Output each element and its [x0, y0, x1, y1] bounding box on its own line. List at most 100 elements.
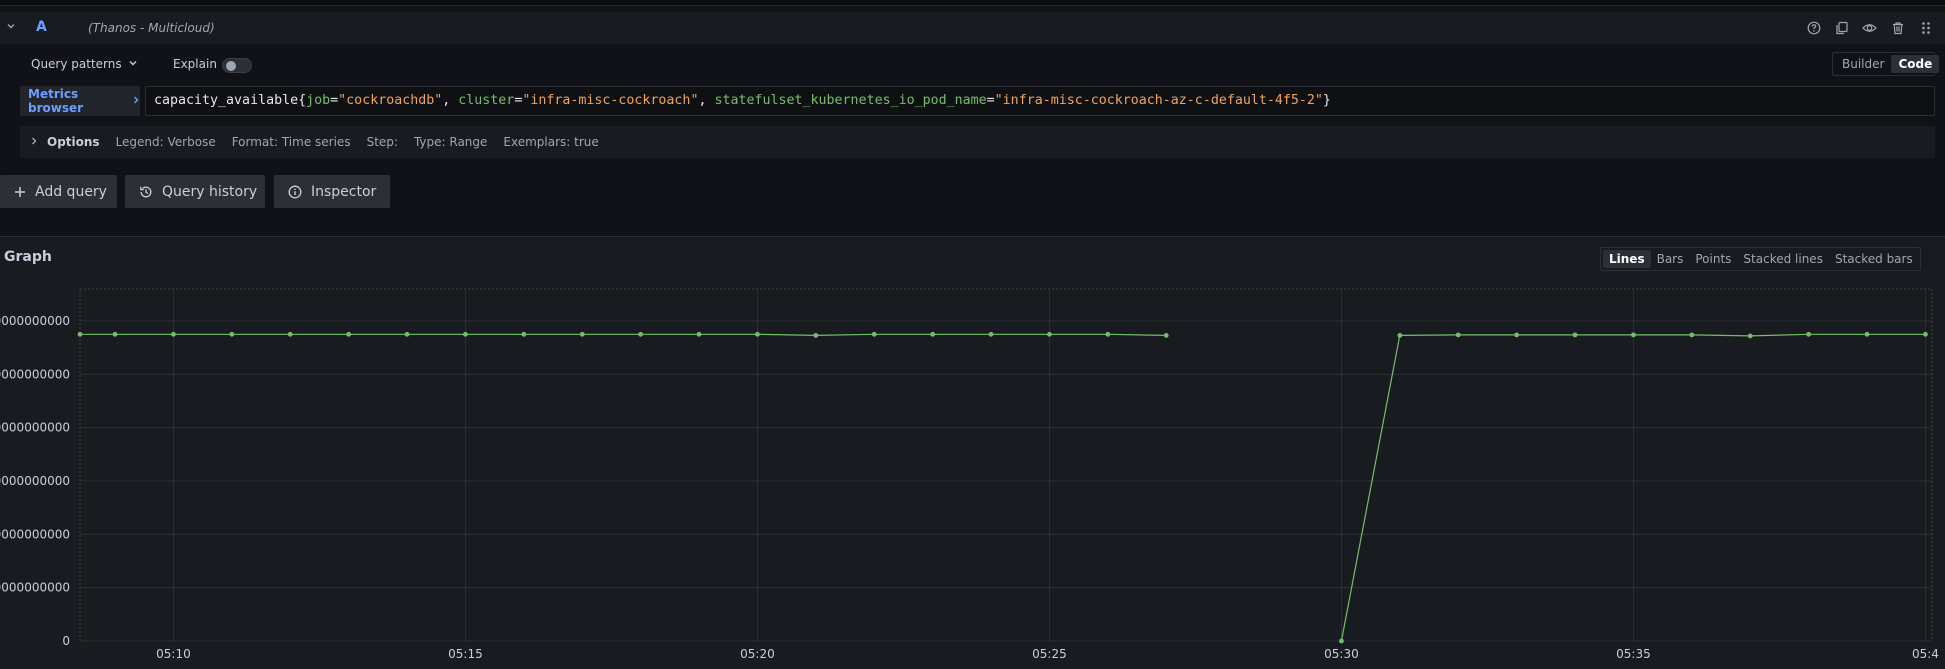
chevron-down-icon[interactable]: [6, 21, 16, 34]
code-mode-button[interactable]: Code: [1891, 55, 1940, 73]
brace-close: }: [1322, 93, 1331, 108]
y-tick-label: 40000000000: [0, 421, 70, 435]
data-point: [755, 331, 760, 337]
help-icon[interactable]: [1806, 20, 1821, 35]
label-key: statefulset_kubernetes_io_pod_name: [714, 93, 987, 108]
data-point: [638, 331, 644, 337]
query-patterns-row: Query patterns Explain: [0, 52, 1945, 78]
data-point: [1163, 333, 1169, 338]
inspector-label: Inspector: [311, 183, 377, 200]
option-type: Type: Range: [413, 135, 488, 149]
x-tick-label: 05:4: [1912, 647, 1939, 661]
data-point: [229, 331, 235, 337]
y-tick-label: 50000000000: [0, 367, 70, 381]
data-point: [1514, 332, 1520, 338]
query-header-actions: [1806, 20, 1933, 35]
data-point: [287, 331, 293, 337]
label-value: "infra-misc-cockroach-az-c-default-4f5-2…: [994, 93, 1323, 108]
data-point: [696, 331, 702, 337]
data-point: [77, 331, 83, 337]
query-history-label: Query history: [162, 183, 258, 200]
data-point: [813, 333, 819, 338]
data-point: [1397, 333, 1403, 338]
label-key: cluster: [458, 93, 515, 108]
datasource-name: (Thanos - Multicloud): [88, 21, 215, 35]
explain-toggle[interactable]: [222, 58, 252, 73]
option-legend: Legend: Verbose: [115, 135, 216, 149]
query-options-row[interactable]: Options Legend: Verbose Format: Time ser…: [20, 126, 1935, 158]
top-strip: [0, 0, 1945, 6]
x-tick-label: 05:20: [740, 647, 775, 661]
data-point: [1806, 331, 1812, 337]
plot-boundary: [79, 288, 1933, 642]
graph-panel: Graph Lines Bars Points Stacked lines St…: [0, 237, 1945, 669]
chevron-right-icon[interactable]: [30, 136, 38, 149]
toggle-knob: [226, 61, 236, 71]
label-eq: =: [986, 93, 995, 108]
explain-label: Explain: [173, 57, 217, 71]
label-sep: ,: [442, 93, 459, 108]
query-patterns-dropdown[interactable]: Query patterns: [31, 57, 122, 71]
data-point: [1572, 332, 1578, 338]
x-tick-label: 05:15: [448, 647, 483, 661]
data-point: [171, 331, 176, 337]
data-point: [579, 331, 585, 337]
promql-query-editor[interactable]: capacity_available{job="cockroachdb", cl…: [145, 86, 1935, 116]
option-format: Format: Time series: [231, 135, 351, 149]
metric-name: capacity_available: [154, 93, 299, 108]
option-step: Step:: [366, 135, 398, 149]
metrics-browser-label: Metrics browser: [28, 87, 84, 115]
y-tick-label: 0: [62, 634, 70, 648]
data-point: [930, 331, 936, 337]
data-point: [1747, 333, 1753, 339]
chevron-right-icon: [132, 94, 140, 108]
y-tick-label: 10000000000: [0, 581, 70, 595]
data-point: [1339, 638, 1344, 644]
editor-mode-switch: Builder Code: [1832, 52, 1940, 76]
data-point: [988, 331, 994, 337]
data-point: [404, 331, 410, 337]
data-point: [463, 331, 468, 337]
data-point: [1689, 332, 1695, 338]
drag-handle-icon[interactable]: [1918, 20, 1933, 35]
label-sep: ,: [698, 93, 715, 108]
x-tick-label: 05:30: [1324, 647, 1359, 661]
eye-icon[interactable]: [1862, 20, 1877, 35]
data-point: [1105, 331, 1111, 337]
query-history-button[interactable]: Query history: [125, 175, 265, 208]
info-circle-icon: [288, 185, 302, 199]
brace-open: {: [298, 93, 307, 108]
label-key: job: [306, 93, 331, 108]
plus-icon: [14, 186, 26, 198]
duplicate-icon[interactable]: [1834, 20, 1849, 35]
data-point: [1864, 331, 1870, 337]
data-point: [521, 331, 527, 337]
data-point: [346, 331, 352, 337]
data-point: [1631, 332, 1636, 338]
series-line: [80, 333, 1167, 337]
x-tick-label: 05:25: [1032, 647, 1067, 661]
query-ref-id[interactable]: A: [36, 19, 47, 35]
metrics-browser-button[interactable]: Metrics browser: [20, 86, 140, 116]
x-tick-label: 05:10: [156, 647, 191, 661]
x-tick-label: 05:35: [1616, 647, 1651, 661]
option-exemplars: Exemplars: true: [503, 135, 599, 149]
data-point: [112, 331, 118, 337]
data-point: [1047, 331, 1052, 337]
trash-icon[interactable]: [1890, 20, 1905, 35]
time-series-chart[interactable]: 0 10000000000 20000000000 30000000000 400000…: [0, 237, 1945, 669]
add-query-button[interactable]: Add query: [0, 175, 117, 208]
chevron-down-icon[interactable]: [128, 58, 138, 71]
history-icon: [139, 185, 153, 199]
inspector-button[interactable]: Inspector: [274, 175, 390, 208]
label-eq: =: [330, 93, 339, 108]
data-point: [1923, 331, 1928, 337]
add-query-label: Add query: [35, 183, 107, 200]
label-value: "infra-misc-cockroach": [522, 93, 699, 108]
data-point: [871, 331, 877, 337]
builder-mode-button[interactable]: Builder: [1835, 55, 1891, 73]
label-value: "cockroachdb": [338, 93, 443, 108]
options-title[interactable]: Options: [47, 135, 100, 149]
y-tick-label: 60000000000: [0, 314, 70, 328]
y-tick-label: 30000000000: [0, 474, 70, 488]
